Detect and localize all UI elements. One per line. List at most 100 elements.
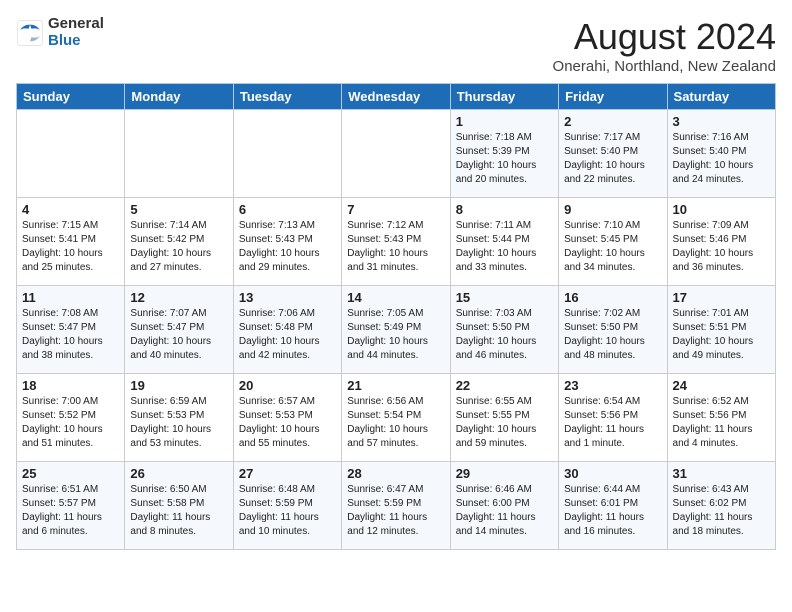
- day-info-11: Sunrise: 7:08 AM Sunset: 5:47 PM Dayligh…: [22, 307, 119, 363]
- day-info-8: Sunrise: 7:11 AM Sunset: 5:44 PM Dayligh…: [456, 219, 553, 275]
- day-number-30: 30: [564, 466, 661, 481]
- day-number-6: 6: [239, 202, 336, 217]
- day-number-4: 4: [22, 202, 119, 217]
- week-row-2: 11 Sunrise: 7:08 AM Sunset: 5:47 PM Dayli…: [17, 286, 776, 374]
- page-header: General Blue August 2024 Onerahi, Northl…: [16, 16, 776, 75]
- day-info-28: Sunrise: 6:47 AM Sunset: 5:59 PM Dayligh…: [347, 483, 444, 539]
- header-wednesday: Wednesday: [342, 84, 450, 110]
- day-info-10: Sunrise: 7:09 AM Sunset: 5:46 PM Dayligh…: [673, 219, 770, 275]
- week-row-3: 18 Sunrise: 7:00 AM Sunset: 5:52 PM Dayli…: [17, 374, 776, 462]
- week-row-4: 25Sunrise: 6:51 AM Sunset: 5:57 PM Dayli…: [17, 462, 776, 550]
- day-info-14: Sunrise: 7:05 AM Sunset: 5:49 PM Dayligh…: [347, 307, 444, 363]
- day-number-1: 1: [456, 114, 553, 129]
- day-info-16: Sunrise: 7:02 AM Sunset: 5:50 PM Dayligh…: [564, 307, 661, 363]
- header-row: Sunday Monday Tuesday Wednesday Thursday…: [17, 84, 776, 110]
- day-info-9: Sunrise: 7:10 AM Sunset: 5:45 PM Dayligh…: [564, 219, 661, 275]
- day-number-12: 12: [130, 290, 227, 305]
- day-number-28: 28: [347, 466, 444, 481]
- cell-4-5: 30 Sunrise: 6:44 AM Sunset: 6:01 PM Dayli…: [559, 462, 667, 550]
- day-number-22: 22: [456, 378, 553, 393]
- day-info-15: Sunrise: 7:03 AM Sunset: 5:50 PM Dayligh…: [456, 307, 553, 363]
- day-info-29: Sunrise: 6:46 AM Sunset: 6:00 PM Dayligh…: [456, 483, 553, 539]
- cell-2-6: 17Sunrise: 7:01 AM Sunset: 5:51 PM Dayli…: [667, 286, 775, 374]
- day-info-3: Sunrise: 7:16 AM Sunset: 5:40 PM Dayligh…: [673, 131, 770, 187]
- cell-4-6: 31Sunrise: 6:43 AM Sunset: 6:02 PM Dayli…: [667, 462, 775, 550]
- day-number-29: 29: [456, 466, 553, 481]
- logo-general-text: General: [48, 16, 104, 33]
- cell-2-2: 13 Sunrise: 7:06 AM Sunset: 5:48 PM Dayli…: [233, 286, 341, 374]
- day-number-18: 18: [22, 378, 119, 393]
- day-number-14: 14: [347, 290, 444, 305]
- day-info-20: Sunrise: 6:57 AM Sunset: 5:53 PM Dayligh…: [239, 395, 336, 451]
- title-block: August 2024 Onerahi, Northland, New Zeal…: [553, 16, 776, 75]
- day-info-25: Sunrise: 6:51 AM Sunset: 5:57 PM Dayligh…: [22, 483, 119, 539]
- day-number-13: 13: [239, 290, 336, 305]
- day-number-2: 2: [564, 114, 661, 129]
- day-number-23: 23: [564, 378, 661, 393]
- header-tuesday: Tuesday: [233, 84, 341, 110]
- day-number-26: 26: [130, 466, 227, 481]
- header-thursday: Thursday: [450, 84, 558, 110]
- header-monday: Monday: [125, 84, 233, 110]
- day-info-23: Sunrise: 6:54 AM Sunset: 5:56 PM Dayligh…: [564, 395, 661, 451]
- cell-1-4: 8 Sunrise: 7:11 AM Sunset: 5:44 PM Daylig…: [450, 198, 558, 286]
- day-number-20: 20: [239, 378, 336, 393]
- cell-3-4: 22 Sunrise: 6:55 AM Sunset: 5:55 PM Dayli…: [450, 374, 558, 462]
- cell-3-6: 24 Sunrise: 6:52 AM Sunset: 5:56 PM Dayli…: [667, 374, 775, 462]
- cell-0-1: [125, 110, 233, 198]
- cell-4-0: 25Sunrise: 6:51 AM Sunset: 5:57 PM Dayli…: [17, 462, 125, 550]
- cell-0-4: 1Sunrise: 7:18 AM Sunset: 5:39 PM Daylig…: [450, 110, 558, 198]
- cell-0-5: 2 Sunrise: 7:17 AM Sunset: 5:40 PM Daylig…: [559, 110, 667, 198]
- cell-2-0: 11 Sunrise: 7:08 AM Sunset: 5:47 PM Dayli…: [17, 286, 125, 374]
- cell-2-4: 15 Sunrise: 7:03 AM Sunset: 5:50 PM Dayli…: [450, 286, 558, 374]
- cell-0-0: [17, 110, 125, 198]
- cell-2-5: 16 Sunrise: 7:02 AM Sunset: 5:50 PM Dayli…: [559, 286, 667, 374]
- cell-4-4: 29 Sunrise: 6:46 AM Sunset: 6:00 PM Dayli…: [450, 462, 558, 550]
- day-number-10: 10: [673, 202, 770, 217]
- day-number-16: 16: [564, 290, 661, 305]
- day-info-12: Sunrise: 7:07 AM Sunset: 5:47 PM Dayligh…: [130, 307, 227, 363]
- day-info-27: Sunrise: 6:48 AM Sunset: 5:59 PM Dayligh…: [239, 483, 336, 539]
- calendar-subtitle: Onerahi, Northland, New Zealand: [553, 58, 776, 75]
- header-saturday: Saturday: [667, 84, 775, 110]
- cell-3-2: 20 Sunrise: 6:57 AM Sunset: 5:53 PM Dayli…: [233, 374, 341, 462]
- day-info-22: Sunrise: 6:55 AM Sunset: 5:55 PM Dayligh…: [456, 395, 553, 451]
- cell-1-2: 6 Sunrise: 7:13 AM Sunset: 5:43 PM Daylig…: [233, 198, 341, 286]
- cell-1-5: 9 Sunrise: 7:10 AM Sunset: 5:45 PM Daylig…: [559, 198, 667, 286]
- cell-4-2: 27 Sunrise: 6:48 AM Sunset: 5:59 PM Dayli…: [233, 462, 341, 550]
- day-number-31: 31: [673, 466, 770, 481]
- logo-text: General Blue: [48, 16, 104, 49]
- logo-icon: [16, 19, 44, 47]
- day-number-11: 11: [22, 290, 119, 305]
- day-number-15: 15: [456, 290, 553, 305]
- header-friday: Friday: [559, 84, 667, 110]
- cell-3-3: 21Sunrise: 6:56 AM Sunset: 5:54 PM Dayli…: [342, 374, 450, 462]
- day-number-24: 24: [673, 378, 770, 393]
- cell-0-3: [342, 110, 450, 198]
- calendar-header: Sunday Monday Tuesday Wednesday Thursday…: [17, 84, 776, 110]
- day-number-8: 8: [456, 202, 553, 217]
- cell-2-1: 12 Sunrise: 7:07 AM Sunset: 5:47 PM Dayli…: [125, 286, 233, 374]
- day-info-13: Sunrise: 7:06 AM Sunset: 5:48 PM Dayligh…: [239, 307, 336, 363]
- day-info-30: Sunrise: 6:44 AM Sunset: 6:01 PM Dayligh…: [564, 483, 661, 539]
- day-number-17: 17: [673, 290, 770, 305]
- day-info-24: Sunrise: 6:52 AM Sunset: 5:56 PM Dayligh…: [673, 395, 770, 451]
- day-number-3: 3: [673, 114, 770, 129]
- calendar-table: Sunday Monday Tuesday Wednesday Thursday…: [16, 83, 776, 550]
- day-info-19: Sunrise: 6:59 AM Sunset: 5:53 PM Dayligh…: [130, 395, 227, 451]
- cell-4-3: 28 Sunrise: 6:47 AM Sunset: 5:59 PM Dayli…: [342, 462, 450, 550]
- day-number-5: 5: [130, 202, 227, 217]
- day-info-18: Sunrise: 7:00 AM Sunset: 5:52 PM Dayligh…: [22, 395, 119, 451]
- cell-1-0: 4 Sunrise: 7:15 AM Sunset: 5:41 PM Daylig…: [17, 198, 125, 286]
- day-info-4: Sunrise: 7:15 AM Sunset: 5:41 PM Dayligh…: [22, 219, 119, 275]
- cell-4-1: 26 Sunrise: 6:50 AM Sunset: 5:58 PM Dayli…: [125, 462, 233, 550]
- day-info-26: Sunrise: 6:50 AM Sunset: 5:58 PM Dayligh…: [130, 483, 227, 539]
- day-info-2: Sunrise: 7:17 AM Sunset: 5:40 PM Dayligh…: [564, 131, 661, 187]
- week-row-1: 4 Sunrise: 7:15 AM Sunset: 5:41 PM Daylig…: [17, 198, 776, 286]
- day-number-27: 27: [239, 466, 336, 481]
- day-number-21: 21: [347, 378, 444, 393]
- logo-blue-text: Blue: [48, 33, 104, 50]
- day-number-9: 9: [564, 202, 661, 217]
- week-row-0: 1Sunrise: 7:18 AM Sunset: 5:39 PM Daylig…: [17, 110, 776, 198]
- day-info-6: Sunrise: 7:13 AM Sunset: 5:43 PM Dayligh…: [239, 219, 336, 275]
